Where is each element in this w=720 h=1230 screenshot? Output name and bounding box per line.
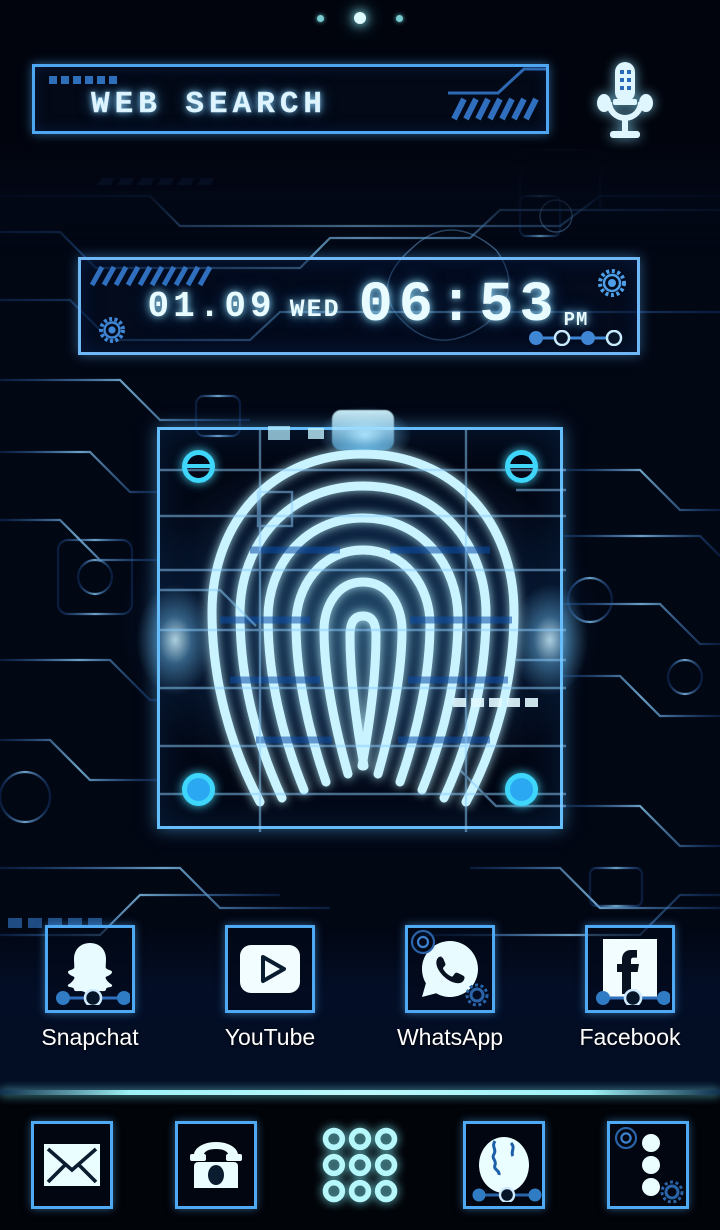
app-item-facebook[interactable]: Facebook: [540, 925, 720, 1051]
circuit-hatch-deco-icon: [448, 67, 546, 121]
snapchat-icon[interactable]: [59, 938, 121, 1000]
scan-dash-deco: [453, 698, 538, 707]
gear-badge-icon: [660, 1180, 684, 1203]
app-label: WhatsApp: [396, 1024, 504, 1050]
widget-nub: [308, 428, 324, 439]
app-item-snapchat[interactable]: Snapchat: [0, 925, 180, 1051]
corner-marker-tl: [182, 450, 215, 483]
page-dot-1[interactable]: [317, 14, 324, 22]
page-indicator: [0, 8, 720, 28]
page-dot-3[interactable]: [396, 14, 403, 22]
clock-ampm: PM: [563, 309, 589, 331]
dock-icon-frame[interactable]: [607, 1120, 689, 1209]
connector-dots-icon: [529, 330, 623, 346]
search-input[interactable]: WEB SEARCH: [91, 87, 327, 122]
clock-time: 06:53: [358, 273, 560, 338]
corner-marker-bl: [182, 773, 215, 806]
app-icon-frame[interactable]: [405, 925, 495, 1013]
app-item-youtube[interactable]: YouTube: [180, 925, 360, 1051]
corner-marker-tr: [505, 450, 538, 483]
youtube-icon[interactable]: [238, 943, 302, 995]
search-deco-squares: [49, 76, 117, 84]
dock-icon-frame[interactable]: [463, 1120, 545, 1209]
dock-item-menu[interactable]: [576, 1120, 720, 1209]
page-dot-2[interactable]: [354, 12, 366, 24]
corner-marker-br: [505, 773, 538, 806]
fingerprint-scanner-widget[interactable]: [157, 410, 566, 832]
dock-item-mail[interactable]: [0, 1120, 144, 1209]
whatsapp-icon[interactable]: [419, 938, 481, 1000]
widget-nub: [268, 426, 290, 440]
dock-item-app-drawer[interactable]: [288, 1121, 432, 1209]
app-drawer-grid-icon[interactable]: [319, 1121, 401, 1209]
home-screen: WEB SEARCH 01.09 WED 06:53 PM Snapchat Y…: [0, 0, 720, 1230]
dock-divider-glow: [0, 1090, 720, 1095]
microphone-icon[interactable]: [592, 58, 658, 144]
app-label: Snapchat: [41, 1024, 139, 1050]
widget-top-tab: [332, 410, 394, 450]
app-label: YouTube: [224, 1024, 316, 1050]
envelope-icon[interactable]: [43, 1143, 101, 1187]
dock-icon-frame[interactable]: [175, 1120, 257, 1209]
voice-search-button[interactable]: [592, 58, 658, 144]
connector-dots-badge-icon: [472, 1186, 542, 1202]
globe-icon[interactable]: [475, 1135, 533, 1195]
app-icon-frame[interactable]: [225, 925, 315, 1013]
ring-badge-icon: [614, 1126, 638, 1149]
app-icon-grid: Snapchat YouTube WhatsApp Facebook: [0, 925, 720, 1055]
fingerprint-icon[interactable]: [160, 430, 566, 832]
dock-item-browser[interactable]: [432, 1120, 576, 1209]
dock-icon-frame[interactable]: [319, 1121, 401, 1209]
dock-icon-frame[interactable]: [31, 1120, 113, 1209]
clock-day: WED: [289, 294, 341, 324]
web-search-bar[interactable]: WEB SEARCH: [32, 64, 549, 134]
app-label: Facebook: [579, 1024, 681, 1050]
clock-widget[interactable]: 01.09 WED 06:53 PM: [78, 257, 640, 355]
facebook-icon[interactable]: [601, 938, 659, 1000]
telephone-icon[interactable]: [186, 1140, 246, 1190]
dock-items: [0, 1112, 720, 1217]
dock-item-phone[interactable]: [144, 1120, 288, 1209]
app-icon-frame[interactable]: [585, 925, 675, 1013]
app-item-whatsapp[interactable]: WhatsApp: [360, 925, 540, 1051]
dock-bar: [0, 1090, 720, 1230]
app-icon-frame[interactable]: [45, 925, 135, 1013]
clock-date: 01.09: [147, 285, 276, 327]
